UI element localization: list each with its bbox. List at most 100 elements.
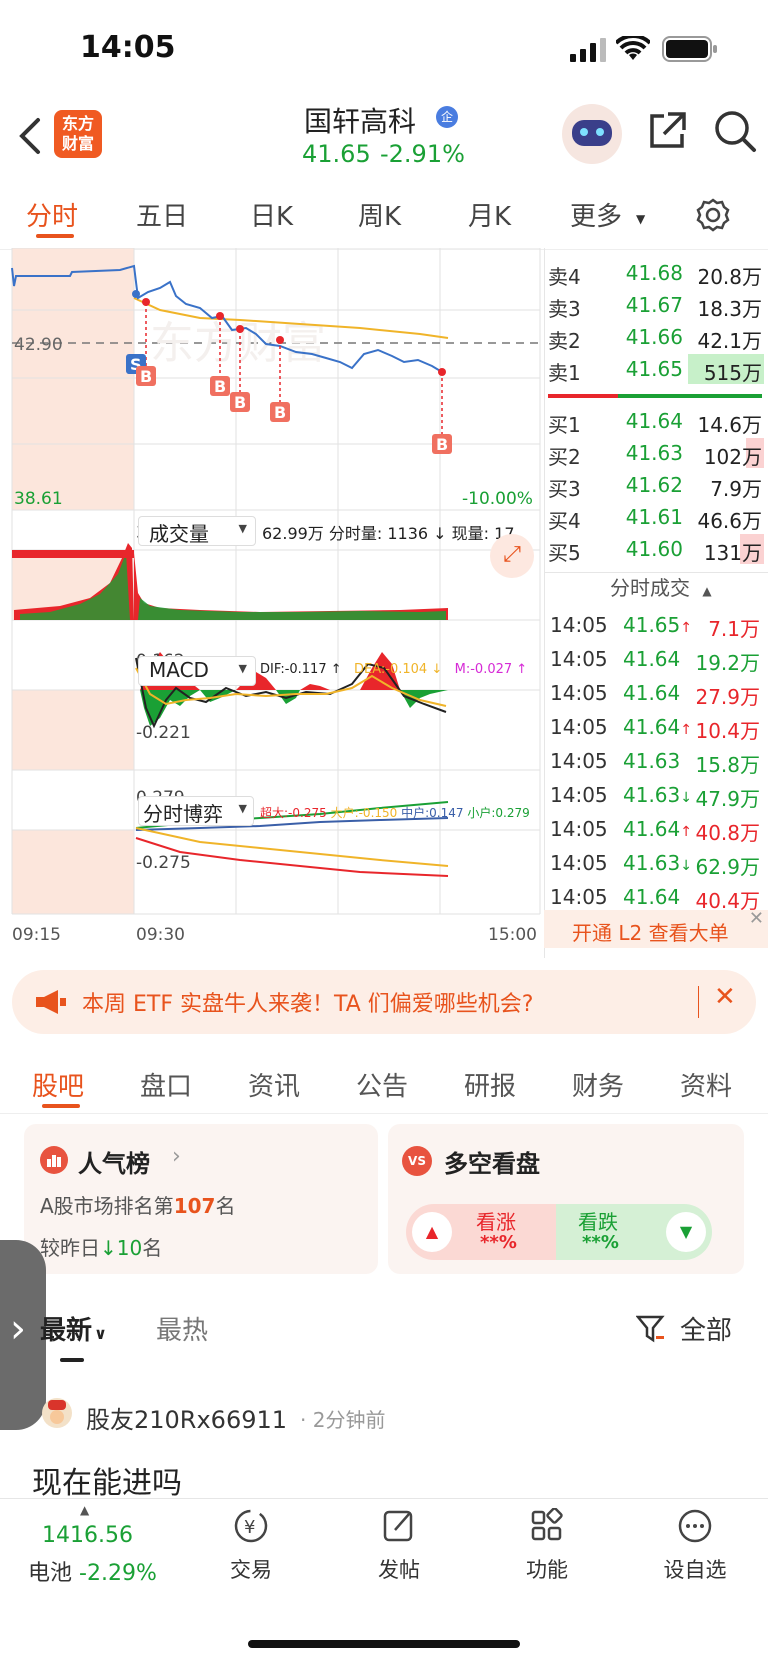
tab-announcements[interactable]: 公告: [356, 1066, 408, 1103]
banner-text: 本周 ETF 实盘牛人来袭！TA 们偏爱哪些机会?: [82, 992, 534, 1017]
nav-watchlist[interactable]: 设自选: [640, 1508, 750, 1584]
tab-research[interactable]: 研报: [464, 1066, 516, 1103]
tab-weekly-k[interactable]: 周K: [358, 196, 401, 233]
bid-ask-ratio-red: [548, 394, 618, 398]
ticks-title[interactable]: 分时成交 ▲: [610, 572, 712, 601]
index-value[interactable]: 1416.56: [42, 1523, 133, 1548]
sort-latest[interactable]: 最新 ∨: [40, 1310, 107, 1347]
l2-close-icon[interactable]: ✕: [749, 908, 764, 929]
tab-news[interactable]: 资讯: [248, 1066, 300, 1103]
search-icon[interactable]: [712, 108, 758, 154]
bear-button[interactable]: 看跌 **% ▼: [556, 1204, 712, 1260]
tick-volume: 7.1万: [708, 617, 760, 641]
expand-icon[interactable]: ⤢: [490, 534, 534, 578]
tick-price-value: 41.64: [623, 715, 681, 739]
tick-price: 41.63↓: [623, 851, 692, 875]
logo-text-1: 东方: [61, 114, 94, 133]
change-prefix: 较昨日: [40, 1236, 100, 1260]
game-bottom-label: -0.275: [136, 853, 191, 873]
section-tab-indicator: [42, 1104, 80, 1108]
tick-price: 41.64↑: [623, 715, 692, 739]
tab-indicator: [36, 234, 74, 238]
tick-price: 41.65↑: [623, 613, 692, 637]
ask-price: 41.66: [625, 325, 683, 349]
tab-monthly-k[interactable]: 月K: [468, 196, 511, 233]
l2-promo-text: 开通 L2 查看大单: [572, 921, 729, 945]
index-info[interactable]: 电池 -2.29%: [28, 1555, 157, 1587]
tick-price-value: 41.64: [623, 817, 681, 841]
tab-profile[interactable]: 资料: [680, 1066, 732, 1103]
nav-functions[interactable]: 功能: [492, 1507, 602, 1584]
post-title[interactable]: 现在能进吗: [32, 1458, 182, 1502]
rank-change-line: 较昨日↓10名: [40, 1232, 162, 1261]
settings-icon[interactable]: [696, 198, 730, 232]
tick-arrow: ↑: [680, 824, 692, 840]
nav-post[interactable]: 发帖: [344, 1508, 454, 1584]
ask-row-3: 卖3 41.67 18.3万: [548, 290, 766, 322]
tab-five-day[interactable]: 五日: [136, 196, 188, 233]
share-icon[interactable]: [646, 110, 688, 152]
tick-volume: 15.8万: [695, 753, 760, 777]
sentiment-card: VS 多空看盘 ▲ 看涨 **% 看跌 **% ▼: [388, 1124, 744, 1274]
tab-more[interactable]: 更多: [570, 196, 622, 233]
marker-b3: B: [234, 393, 246, 412]
tick-volume: 27.9万: [695, 685, 760, 709]
tab-quotes[interactable]: 盘口: [140, 1066, 192, 1103]
l2-promo[interactable]: 开通 L2 查看大单 ✕: [544, 908, 768, 948]
logo-text-2: 财富: [61, 134, 94, 153]
filter-icon[interactable]: [636, 1314, 666, 1344]
enterprise-badge: 企: [436, 106, 458, 128]
rank-line: A股市场排名第107名: [40, 1190, 235, 1219]
ask-label: 卖4: [548, 265, 581, 289]
macd-m: M:-0.027 ↑: [454, 662, 528, 677]
tick-row: 14:05 41.64 19.2万: [548, 644, 766, 678]
volume-selector[interactable]: 成交量 ▼: [138, 516, 256, 546]
bid-price: 41.61: [625, 505, 683, 529]
user-avatar[interactable]: [42, 1398, 72, 1428]
tick-price: 41.64: [623, 647, 680, 671]
game-selector[interactable]: 分时博弈 ▼: [138, 796, 254, 826]
low-price-label: 38.61: [14, 489, 63, 509]
game-super: 超大:-0.275: [260, 806, 327, 820]
nav-watchlist-label: 设自选: [663, 1558, 727, 1582]
tab-finance[interactable]: 财务: [572, 1066, 624, 1103]
tick-time: 14:05: [550, 681, 608, 705]
bid-row-5: 买5 41.60 131万: [548, 534, 766, 566]
bull-button[interactable]: ▲ 看涨 **%: [406, 1204, 556, 1260]
banner-close-icon[interactable]: ✕: [714, 982, 736, 1012]
marker-b1: B: [140, 367, 152, 386]
macd-values: DIF:-0.117 ↑ DEA:-0.104 ↓ M:-0.027 ↑: [260, 662, 527, 677]
tick-volume: 62.9万: [695, 855, 760, 879]
nav-functions-label: 功能: [526, 1558, 568, 1582]
popularity-card[interactable]: 人气榜 › A股市场排名第107名 较昨日↓10名: [24, 1124, 378, 1274]
tab-daily-k[interactable]: 日K: [250, 196, 293, 233]
assistant-avatar[interactable]: [562, 104, 622, 164]
game-values: 超大:-0.275 大户:-0.150 中户:0.147 小户:0.279: [260, 804, 530, 821]
tab-intraday[interactable]: 分时: [26, 196, 78, 233]
sort-hot[interactable]: 最热: [156, 1310, 208, 1347]
promo-banner[interactable]: 本周 ETF 实盘牛人来袭！TA 们偏爱哪些机会? ✕: [12, 970, 756, 1034]
intraday-chart[interactable]: 东方财富 S B B B B B 42.90 38.61 -10.00% -0.…: [0, 248, 548, 958]
tick-price-value: 41.63: [623, 851, 681, 875]
macd-caret-icon: ▼: [238, 662, 247, 675]
macd-selector[interactable]: MACD ▼: [138, 656, 256, 686]
post-username[interactable]: 股友210Rx66911: [86, 1400, 287, 1435]
tick-arrow: ↑: [680, 620, 692, 636]
bid-row-1: 买1 41.64 14.6万: [548, 406, 766, 438]
megaphone-icon: [36, 990, 66, 1014]
bid-volume: 7.9万: [710, 477, 762, 501]
back-icon[interactable]: [16, 116, 44, 156]
filter-label[interactable]: 全部: [680, 1310, 732, 1347]
ask-row-2: 卖2 41.66 42.1万: [548, 322, 766, 354]
svg-text:¥: ¥: [244, 1517, 255, 1538]
marker-b4: B: [274, 403, 286, 422]
macd-dea: DEA:-0.104 ↓: [354, 662, 443, 677]
game-caret-icon: ▼: [238, 802, 247, 815]
ticks-title-text: 分时成交: [610, 576, 690, 600]
nav-trade[interactable]: ¥ 交易: [196, 1508, 306, 1584]
bid-row-4: 买4 41.61 46.6万: [548, 502, 766, 534]
tab-forum[interactable]: 股吧: [32, 1066, 84, 1103]
time-label-close: 15:00: [488, 925, 537, 945]
rank-value: 107: [173, 1194, 216, 1218]
banner-divider: [698, 986, 699, 1018]
